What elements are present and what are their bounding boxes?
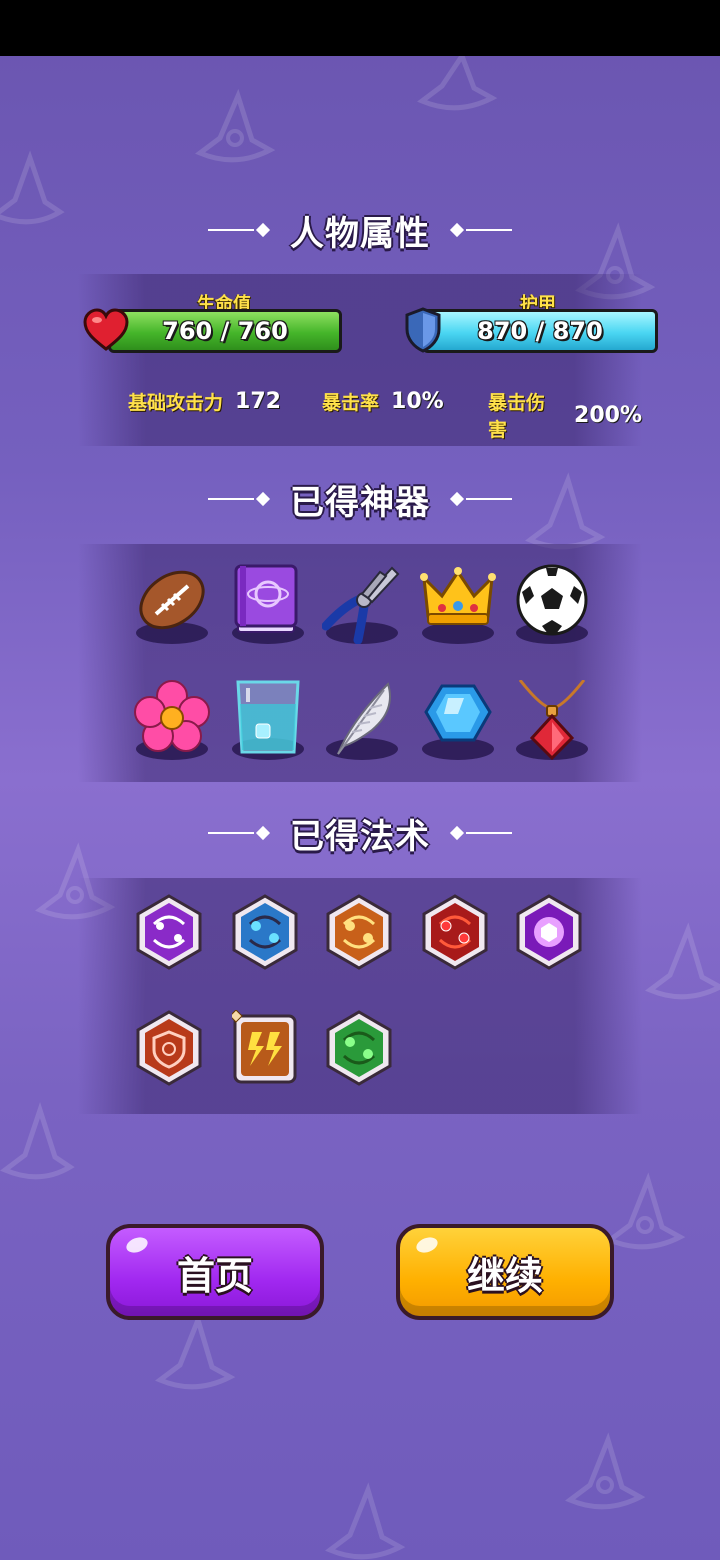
red-orbit-spell-icon[interactable] [422, 894, 488, 970]
continue-button-label: 继续 [466, 1253, 543, 1298]
artifact-slot[interactable] [512, 680, 592, 760]
stat-value: 200% [574, 402, 642, 428]
football-icon [139, 570, 205, 630]
artifact-slot[interactable] [512, 564, 592, 644]
heart-icon [83, 308, 129, 351]
hp-value: 760 / 760 [162, 317, 288, 345]
purple-orbit-spell-icon[interactable] [136, 894, 202, 970]
home-button[interactable]: 首页 [106, 1224, 324, 1320]
stat-key: 暴击率 [322, 392, 380, 414]
hp-bar: 760 / 760 [108, 309, 342, 353]
spells-title: 已得法术 [290, 816, 430, 857]
status-bar [0, 0, 720, 56]
attributes-title: 人物属性 [290, 213, 430, 254]
title-decoration-left [208, 222, 272, 238]
title-decoration-right [448, 491, 512, 507]
title-decoration-right [448, 825, 512, 841]
armor-bar: 870 / 870 [422, 309, 658, 353]
wizard-hat-bg-icon [155, 1312, 236, 1390]
artifacts-panel [78, 544, 642, 782]
shield-icon [405, 307, 441, 353]
title-decoration-right [448, 222, 512, 238]
wizard-hat-bg-icon [0, 1101, 75, 1180]
spells-panel [78, 878, 642, 1114]
artifact-slot[interactable] [132, 564, 212, 644]
purple-spellbook-icon [234, 564, 298, 633]
artifact-slot[interactable] [322, 680, 402, 760]
wizard-hat-bg-icon [565, 1432, 646, 1510]
stat-key: 基础攻击力 [128, 392, 224, 414]
home-button-label: 首页 [176, 1253, 253, 1298]
crown-icon [420, 567, 496, 625]
artifact-slot[interactable] [132, 680, 212, 760]
artifacts-section-header: 已得神器 [0, 474, 720, 524]
wizard-hat-bg-icon [645, 922, 720, 1000]
stat-value: 172 [235, 389, 281, 414]
stat-crit-damage: 暴击伤害 200% [488, 388, 642, 442]
attributes-section-header: 人物属性 [0, 205, 720, 255]
green-orbit-spell-icon[interactable] [326, 1010, 392, 1086]
stat-value: 10% [391, 389, 444, 414]
feather-icon [337, 682, 391, 755]
red-potion-necklace-icon [518, 680, 586, 760]
red-target-shield-spell-icon[interactable] [136, 1010, 202, 1086]
artifact-slot[interactable] [228, 680, 308, 760]
wizard-hat-bg-icon [195, 88, 276, 163]
blue-orbit-spell-icon[interactable] [232, 894, 298, 970]
artifacts-title: 已得神器 [290, 482, 430, 523]
armor-value: 870 / 870 [477, 317, 603, 345]
artifact-slot[interactable] [228, 564, 308, 644]
spells-section-header: 已得法术 [0, 808, 720, 858]
artifact-slot[interactable] [418, 680, 498, 760]
artifact-slot[interactable] [418, 564, 498, 644]
continue-button[interactable]: 继续 [396, 1224, 614, 1320]
title-decoration-left [208, 491, 272, 507]
pliers-icon [322, 566, 400, 644]
attributes-panel: 生命值 760 / 760 护甲 870 / 870 基础攻击力 172 暴击率… [78, 274, 658, 446]
blue-gem-icon [424, 684, 492, 742]
title-decoration-left [208, 825, 272, 841]
wizard-hat-bg-icon [325, 1482, 406, 1560]
water-glass-icon [236, 680, 300, 754]
stat-crit-rate: 暴击率 10% [322, 388, 444, 415]
pink-flower-icon [134, 680, 210, 752]
lightning-spell-icon[interactable] [232, 1010, 298, 1086]
stat-key: 暴击伤害 [488, 392, 546, 441]
stat-base-attack: 基础攻击力 172 [128, 388, 281, 415]
artifact-slot[interactable] [322, 564, 402, 644]
soccer-ball-icon [516, 564, 588, 636]
wizard-hat-bg-icon [417, 56, 498, 111]
purple-shield-spell-icon[interactable] [516, 894, 582, 970]
orange-orbit-spell-icon[interactable] [326, 894, 392, 970]
